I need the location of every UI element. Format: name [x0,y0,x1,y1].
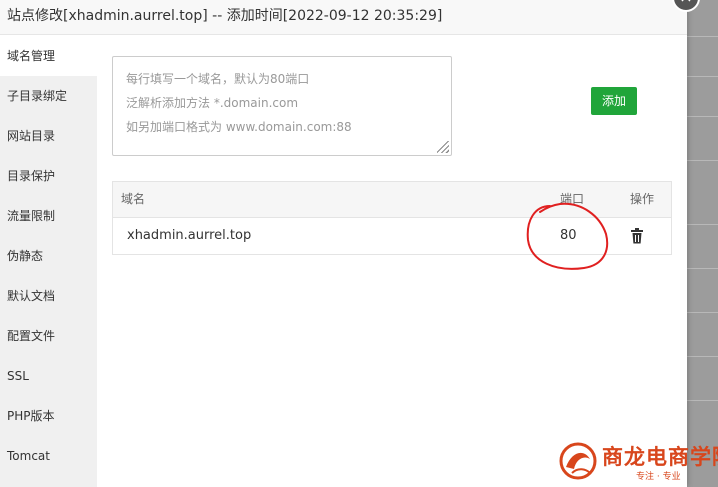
trash-icon[interactable] [630,228,644,244]
sidebar-item-traffic-limit[interactable]: 流量限制 [0,196,97,236]
placeholder-line: 如另加端口格式为 www.domain.com:88 [126,120,352,134]
backdrop-divider [687,224,718,225]
add-domain-button[interactable]: 添加 [591,87,637,115]
backdrop-divider [687,356,718,357]
port-cell: 80 [560,228,577,243]
column-header-ops: 操作 [630,192,655,206]
table-row: xhadmin.aurrel.top 80 [113,218,671,254]
sidebar-item-subdirectory-binding[interactable]: 子目录绑定 [0,76,97,116]
placeholder-line: 每行填写一个域名，默认为80端口 [126,72,310,86]
sidebar-item-site-directory[interactable]: 网站目录 [0,116,97,156]
sidebar-item-ssl[interactable]: SSL [0,356,97,396]
sidebar-nav: 域名管理 子目录绑定 网站目录 目录保护 流量限制 伪静态 默认文档 配置文件 … [0,36,97,487]
column-header-port: 端口 [560,192,585,206]
placeholder-line: 泛解析添加方法 *.domain.com [126,96,299,110]
sidebar-item-default-document[interactable]: 默认文档 [0,276,97,316]
backdrop-divider [687,76,718,77]
column-header-domain: 域名 [121,192,146,206]
dialog-title: 站点修改[xhadmin.aurrel.top] -- 添加时间[2022-09… [0,0,687,35]
domain-textarea[interactable]: 每行填写一个域名，默认为80端口 泛解析添加方法 *.domain.com 如另… [112,56,452,156]
dragon-logo-icon [559,442,597,480]
modal-backdrop [687,0,718,487]
site-edit-dialog: 站点修改[xhadmin.aurrel.top] -- 添加时间[2022-09… [0,0,687,487]
resize-grip-icon[interactable] [437,141,449,153]
sidebar-item-domain-management[interactable]: 域名管理 [0,36,97,76]
backdrop-divider [687,400,718,401]
sidebar-item-directory-protection[interactable]: 目录保护 [0,156,97,196]
backdrop-divider [687,268,718,269]
sidebar-item-config-file[interactable]: 配置文件 [0,316,97,356]
sidebar-item-rewrite[interactable]: 伪静态 [0,236,97,276]
sidebar-item-tomcat[interactable]: Tomcat [0,436,97,476]
domain-cell: xhadmin.aurrel.top [127,228,252,243]
watermark-subtext: 专注 · 专业 [636,472,681,482]
backdrop-divider [687,36,718,37]
watermark-text: 商龙电商学院 [602,444,718,469]
sidebar-item-php-version[interactable]: PHP版本 [0,396,97,436]
domain-table: 域名 端口 操作 xhadmin.aurrel.top 80 [112,181,672,255]
table-header: 域名 端口 操作 [113,182,671,218]
backdrop-divider [687,160,718,161]
backdrop-divider [687,312,718,313]
backdrop-divider [687,116,718,117]
watermark-logo: 商龙电商学院 专注 · 专业 [558,437,718,487]
